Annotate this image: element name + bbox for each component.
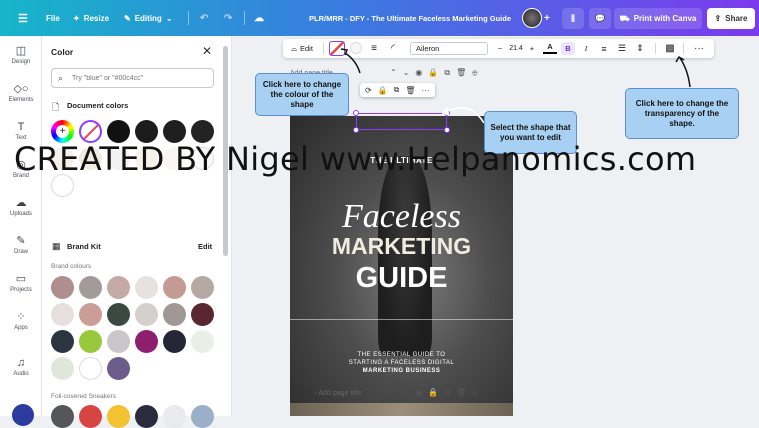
arrowhead [340,48,349,56]
arrow-to-transparency [679,57,691,88]
arrow-to-shape [444,107,485,124]
arrow-to-color-button [344,52,361,74]
callout-change-colour: Click here to change the colour of the s… [255,73,349,116]
callout-transparency: Click here to change the transparency of… [625,88,739,139]
annotation-arrows [340,48,691,124]
watermark-text: CREATED BY Nigel www.Helpanomics.com [14,140,697,178]
